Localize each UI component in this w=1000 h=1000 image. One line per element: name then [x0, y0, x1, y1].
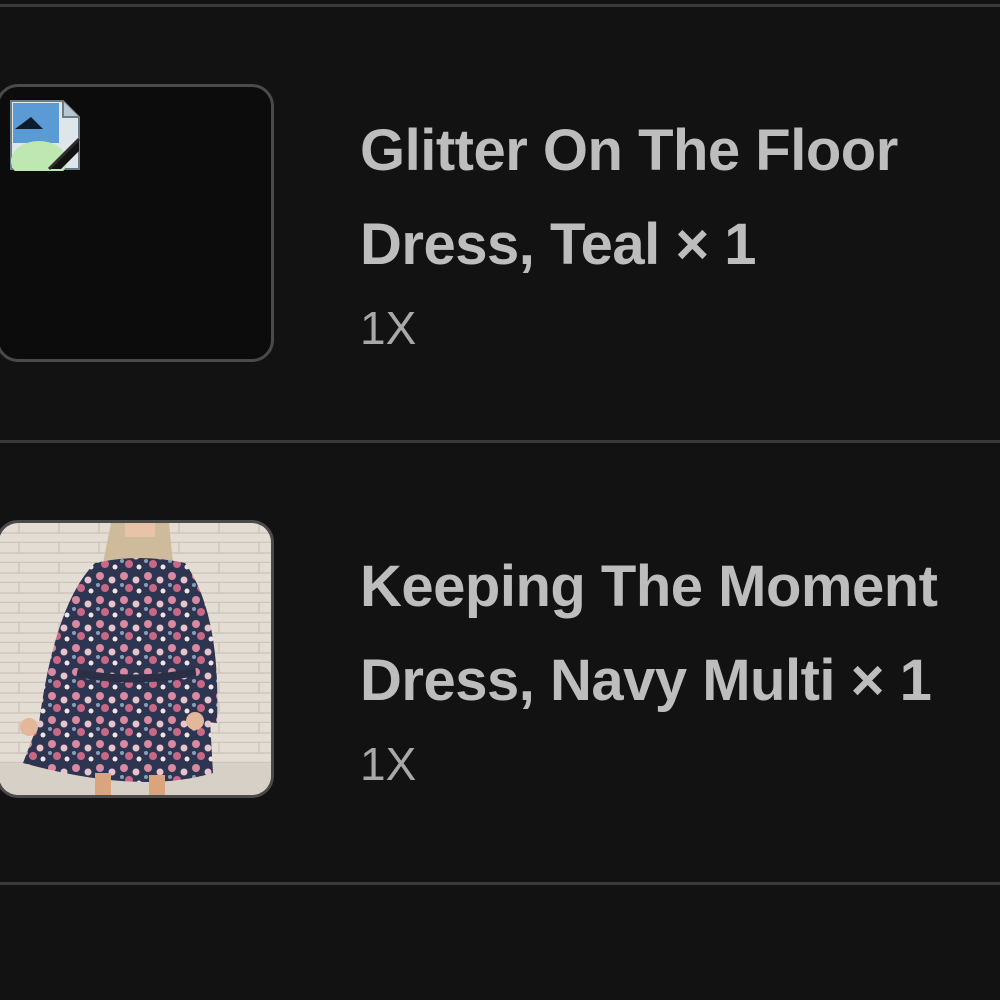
product-title-line2: Dress, Teal × 1	[360, 212, 757, 277]
divider	[0, 440, 1000, 443]
product-thumbnail[interactable]	[0, 520, 274, 798]
divider	[0, 4, 1000, 7]
product-size: 1X	[360, 302, 417, 354]
product-title-line1: Glitter On The Floor	[360, 118, 898, 183]
product-title-line1: Keeping The Moment	[360, 554, 938, 619]
cart-item[interactable]: Keeping The Moment Dress, Navy Multi × 1…	[0, 520, 1000, 804]
floral-dress-photo	[0, 523, 271, 795]
product-thumbnail[interactable]	[0, 84, 274, 362]
product-title-line2: Dress, Navy Multi × 1	[360, 648, 932, 713]
cart-item-info: Keeping The Moment Dress, Navy Multi × 1…	[360, 540, 1000, 794]
cart-items-page: Glitter On The Floor Dress, Teal × 1 1X	[0, 0, 1000, 1000]
product-size: 1X	[360, 738, 417, 790]
cart-item-info: Glitter On The Floor Dress, Teal × 1 1X	[360, 104, 1000, 358]
divider	[0, 882, 1000, 885]
cart-item[interactable]: Glitter On The Floor Dress, Teal × 1 1X	[0, 84, 1000, 366]
broken-image-icon	[10, 100, 81, 171]
